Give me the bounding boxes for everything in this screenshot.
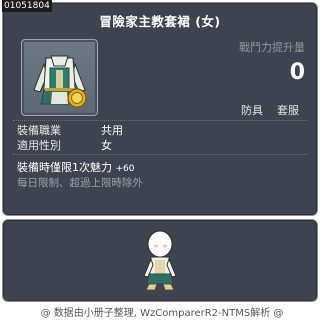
tag-armor: 防具 bbox=[241, 104, 263, 117]
equip-bonus: 裝備時僅限1次魅力 +60 bbox=[17, 159, 135, 175]
tag-overall: 套服 bbox=[277, 104, 299, 117]
divider bbox=[13, 120, 307, 121]
requirement-label: 裝備職業 bbox=[17, 124, 61, 137]
equip-bonus-value: +60 bbox=[115, 164, 135, 174]
requirement-job: 裝備職業 共用 bbox=[17, 123, 123, 138]
combat-power-value: 0 bbox=[289, 60, 305, 85]
requirement-value: 共用 bbox=[101, 124, 123, 137]
robe-icon bbox=[33, 55, 87, 108]
item-code: 01051804 bbox=[2, 0, 52, 12]
requirement-value: 女 bbox=[101, 139, 112, 152]
divider bbox=[13, 154, 307, 155]
requirement-label: 適用性別 bbox=[17, 139, 61, 152]
item-name: 冒險家主教套裙 (女) bbox=[99, 14, 221, 29]
combat-power-label: 戰鬥力提升量 bbox=[239, 41, 305, 54]
source-footer: @ 数据由小册子整理, WzComparerR2-NTMS解析 @ bbox=[40, 308, 284, 319]
character-avatar-icon bbox=[143, 230, 177, 291]
equip-bonus-text: 裝備時僅限1次魅力 bbox=[17, 161, 112, 174]
character-preview bbox=[2, 219, 318, 302]
limit-text: 每日限制、超過上限時除外 bbox=[17, 177, 143, 189]
item-icon-frame bbox=[21, 39, 98, 116]
requirement-gender: 適用性別 女 bbox=[17, 138, 112, 153]
item-tooltip: 冒險家主教套裙 (女) 戰鬥力提升量 0 防具 套服 裝備職業 共用 適用性別 … bbox=[2, 2, 318, 216]
